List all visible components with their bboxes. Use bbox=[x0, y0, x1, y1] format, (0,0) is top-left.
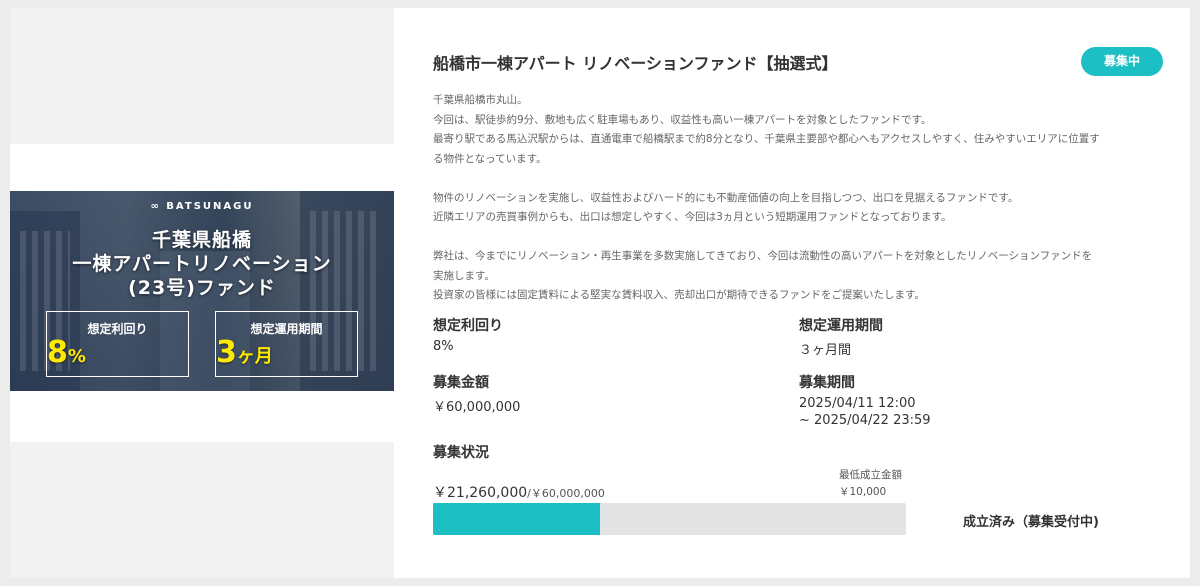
banner-period-value: 3 bbox=[216, 335, 237, 370]
banner-yield-value: 8 bbox=[47, 335, 68, 370]
min-amount-value: ￥10,000 bbox=[839, 486, 887, 498]
raised-amount: ￥21,260,000/￥60,000,000 bbox=[433, 482, 605, 502]
banner-period-label: 想定運用期間 bbox=[250, 322, 323, 336]
raised-value: ￥21,260,000 bbox=[433, 485, 528, 501]
fund-description: 千葉県船橋市丸山。 今回は、駅徒歩約9分、敷地も広く駐車場もあり、収益性も高い一… bbox=[433, 91, 1163, 306]
description-line: る物件となっています。 bbox=[433, 152, 547, 165]
fund-card: ∞ BATSUNAGU 千葉県船橋 一棟アパートリノベーション (23号)ファン… bbox=[10, 8, 1190, 578]
banner-yield-unit: % bbox=[67, 346, 86, 367]
period-value: ３ヶ月間 bbox=[799, 343, 852, 358]
fund-title[interactable]: 船橋市一棟アパート リノベーションファンド【抽選式】 bbox=[433, 50, 837, 74]
description-line: 千葉県船橋市丸山。 bbox=[433, 94, 528, 106]
description-line: 近隣エリアの売買事例からも、出口は想定しやすく、今回は3ヵ月という短期運用ファン… bbox=[433, 211, 952, 223]
banner-title-line3: (23号)ファンド bbox=[128, 277, 276, 299]
description-line: 弊社は、今までにリノベーション・再生事業を多数実施してきており、今回は流動性の高… bbox=[433, 250, 1093, 262]
progress-bar bbox=[433, 503, 906, 535]
description-line: 投資家の皆様には固定賃料による堅実な賃料収入、売却出口が期待できるファンドをご提… bbox=[433, 289, 925, 301]
description-line: 実施します。 bbox=[433, 269, 495, 282]
raised-total: /￥60,000,000 bbox=[527, 487, 605, 500]
banner-period-unit: ヶ月 bbox=[236, 346, 273, 367]
period-label: 想定運用期間 bbox=[799, 318, 883, 334]
description-line: 今回は、駅徒歩約9分、敷地も広く駐車場もあり、収益性も高い一棟アパートを対象とし… bbox=[433, 113, 932, 126]
description-line: 物件のリノベーションを実施し、収益性およびハード的にも不動産価値の向上を目指しつ… bbox=[433, 191, 1019, 204]
yield-value: 8% bbox=[433, 339, 454, 354]
status-badge: 募集中 bbox=[1081, 47, 1163, 76]
recruit-period-label: 募集期間 bbox=[799, 375, 855, 391]
recruit-period-start: 2025/04/11 12:00 bbox=[799, 396, 916, 411]
banner-yield-label: 想定利回り bbox=[87, 322, 148, 336]
description-line: 最寄り駅である馬込沢駅からは、直通電車で船橋駅まで約8分となり、千葉県主要部や都… bbox=[433, 133, 1100, 145]
amount-value: ￥60,000,000 bbox=[433, 400, 521, 415]
banner-yield-box: 想定利回り 8% bbox=[46, 311, 189, 377]
brand-logo: ∞ BATSUNAGU bbox=[150, 201, 254, 212]
banner-period-box: 想定運用期間 3ヶ月 bbox=[215, 311, 358, 377]
min-amount-label: 最低成立金額 bbox=[839, 469, 902, 481]
completion-status: 成立済み（募集受付中) bbox=[963, 515, 1099, 530]
progress-bar-fill bbox=[433, 503, 601, 535]
banner-title-line1: 千葉県船橋 bbox=[151, 229, 252, 251]
fund-banner-image[interactable]: ∞ BATSUNAGU 千葉県船橋 一棟アパートリノベーション (23号)ファン… bbox=[10, 191, 394, 391]
banner-title-line2: 一棟アパートリノベーション bbox=[72, 253, 332, 275]
recruit-period-end: ~ 2025/04/22 23:59 bbox=[799, 413, 931, 428]
amount-label: 募集金額 bbox=[433, 375, 489, 391]
status-label: 募集状況 bbox=[433, 445, 489, 461]
yield-label: 想定利回り bbox=[433, 318, 503, 334]
image-pane: ∞ BATSUNAGU 千葉県船橋 一棟アパートリノベーション (23号)ファン… bbox=[10, 8, 394, 578]
